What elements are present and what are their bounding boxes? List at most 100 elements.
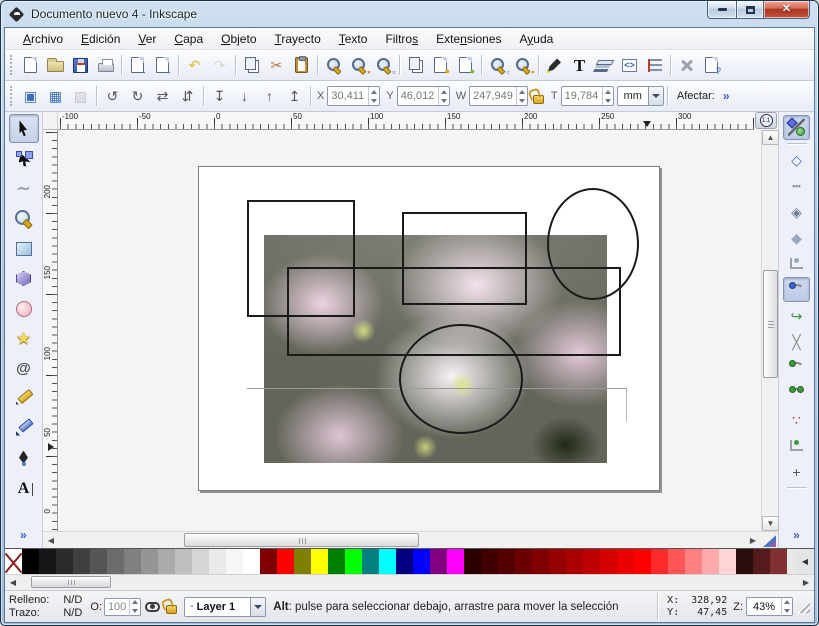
text-tool[interactable]: A — [9, 474, 39, 503]
zoom-page-button[interactable]: ▫ — [371, 53, 396, 78]
horizontal-scrollbar-track[interactable] — [59, 532, 745, 548]
menu-archivo[interactable]: Archivo — [15, 30, 71, 48]
color-swatch[interactable] — [515, 549, 532, 574]
cut-button[interactable]: ✂ — [264, 53, 289, 78]
document-properties-button[interactable]: ? — [699, 53, 724, 78]
layer-selector[interactable]: - Layer 1 — [184, 597, 266, 617]
raise-to-top-button[interactable]: ↥ — [282, 84, 307, 109]
color-swatch[interactable] — [549, 549, 566, 574]
color-swatch[interactable] — [107, 549, 124, 574]
lower-selection-button[interactable]: ↓ — [232, 84, 257, 109]
calligraphy-tool[interactable] — [9, 444, 39, 473]
duplicate-button[interactable] — [403, 53, 428, 78]
color-swatch[interactable] — [328, 549, 345, 574]
maximize-button[interactable] — [736, 1, 764, 19]
import-button[interactable]: → — [125, 53, 150, 78]
scroll-right-arrow[interactable]: ▶ — [745, 532, 761, 548]
color-swatch[interactable] — [617, 549, 634, 574]
lower-to-bottom-button[interactable]: ↧ — [207, 84, 232, 109]
bezier-tool[interactable] — [9, 414, 39, 443]
canvas-viewport[interactable] — [58, 130, 761, 531]
palette-scroll-right-arrow[interactable]: ▶ — [798, 578, 814, 587]
export-button[interactable]: → — [150, 53, 175, 78]
node-tool[interactable] — [9, 144, 39, 173]
color-swatch[interactable] — [498, 549, 515, 574]
palette-scrollbar-track[interactable] — [21, 575, 798, 590]
color-swatch[interactable] — [413, 549, 430, 574]
palette-scrollbar[interactable]: ◀ ▶ — [5, 574, 814, 590]
toolbox-overflow-chevron[interactable]: » — [20, 528, 27, 542]
color-swatch[interactable] — [209, 549, 226, 574]
flip-horizontal-button[interactable]: ⇄ — [150, 84, 175, 109]
ellipse-tool[interactable] — [9, 294, 39, 323]
horizontal-ruler[interactable]: -100-50050100150200250300350 — [58, 112, 754, 130]
snap-nodes-button[interactable] — [783, 277, 810, 302]
color-swatch[interactable] — [634, 549, 651, 574]
title-bar[interactable]: Documento nuevo 4 - Inkscape ✕ — [1, 1, 818, 27]
color-swatch[interactable] — [141, 549, 158, 574]
units-dropdown[interactable]: mm — [617, 86, 664, 106]
color-swatch[interactable] — [243, 549, 260, 574]
opacity-field[interactable]: 100 — [104, 598, 141, 616]
document-page[interactable] — [198, 166, 660, 491]
color-swatch[interactable] — [736, 549, 753, 574]
color-swatch[interactable] — [39, 549, 56, 574]
color-swatch[interactable] — [124, 549, 141, 574]
color-swatch[interactable] — [311, 549, 328, 574]
snap-object-centers-button[interactable] — [783, 433, 810, 458]
color-swatch[interactable] — [56, 549, 73, 574]
flip-vertical-button[interactable]: ⇵ — [175, 84, 200, 109]
color-swatch[interactable] — [175, 549, 192, 574]
snap-page-border-button[interactable]: + — [783, 459, 810, 484]
toolbar-grip[interactable] — [10, 55, 15, 75]
snap-bbox-edges-button[interactable]: ┅ — [783, 173, 810, 198]
redo-button[interactable]: ↷ — [207, 53, 232, 78]
xml-editor-button[interactable]: <> — [617, 53, 642, 78]
lock-ratio-icon[interactable] — [533, 95, 544, 104]
snap-cusp-nodes-button[interactable] — [783, 355, 810, 380]
print-button[interactable] — [93, 53, 118, 78]
x-field[interactable]: 30,411 — [327, 86, 380, 106]
zoom-tool[interactable] — [9, 204, 39, 233]
scroll-down-arrow[interactable]: ▼ — [762, 516, 779, 531]
zoom-spinner[interactable] — [781, 598, 792, 616]
scroll-up-arrow[interactable]: ▲ — [762, 130, 779, 145]
color-swatch[interactable] — [22, 549, 39, 574]
color-swatch[interactable] — [73, 549, 90, 574]
y-spinner[interactable] — [438, 87, 449, 105]
color-swatch[interactable] — [90, 549, 107, 574]
rotate-cw-button[interactable]: ↻ — [125, 84, 150, 109]
create-clone-button[interactable]: ● — [428, 53, 453, 78]
color-swatch[interactable] — [362, 549, 379, 574]
menu-capa[interactable]: Capa — [166, 30, 211, 48]
vertical-scrollbar-thumb[interactable] — [763, 270, 778, 378]
menu-filtros[interactable]: Filtros — [377, 30, 426, 48]
color-swatch[interactable] — [753, 549, 770, 574]
open-document-button[interactable] — [43, 53, 68, 78]
menu-ayuda[interactable]: Ayuda — [512, 30, 562, 48]
zoom-selection-button[interactable] — [321, 53, 346, 78]
color-swatch[interactable] — [447, 549, 464, 574]
color-swatch[interactable] — [600, 549, 617, 574]
find-button[interactable]: ▫ — [485, 53, 510, 78]
color-swatch[interactable] — [566, 549, 583, 574]
horizontal-scrollbar[interactable]: ◀ ▶ — [43, 531, 778, 548]
find-replace-button[interactable]: ▪ — [510, 53, 535, 78]
scroll-left-arrow[interactable]: ◀ — [43, 532, 59, 548]
width-field[interactable]: 247,949 — [469, 86, 528, 106]
layer-dropdown-arrow[interactable] — [250, 597, 266, 617]
color-swatch[interactable] — [583, 549, 600, 574]
palette-scroll-up-arrow[interactable]: ◀ — [796, 549, 814, 574]
copy-button[interactable] — [239, 53, 264, 78]
color-swatch[interactable] — [719, 549, 736, 574]
palette-scroll-left-arrow[interactable]: ◀ — [5, 578, 21, 587]
y-field[interactable]: 46,012 — [397, 86, 450, 106]
menu-texto[interactable]: Texto — [331, 30, 376, 48]
horizontal-scrollbar-thumb[interactable] — [184, 533, 419, 547]
color-swatch[interactable] — [770, 549, 787, 574]
tweak-tool[interactable]: ∼ — [9, 174, 39, 203]
vertical-scrollbar[interactable]: ▲ ▼ — [761, 130, 778, 531]
zoom-1-1-button[interactable]: 1:1 — [755, 112, 777, 129]
color-management-icon[interactable] — [763, 534, 776, 547]
color-swatch[interactable] — [651, 549, 668, 574]
